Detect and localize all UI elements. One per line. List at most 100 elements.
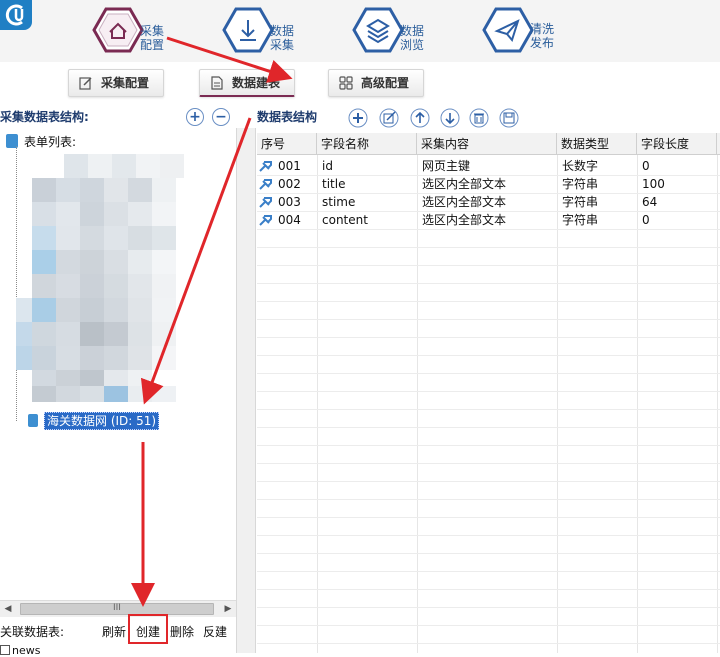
rebuild-button[interactable]: 反建 [203,623,227,640]
col-header-no[interactable]: 序号 [257,133,317,155]
scroll-left-icon[interactable]: ◀ [0,602,16,617]
field-grid: 序号 字段名称 采集内容 数据类型 字段长度 001 id 网页主键 长数字 0… [257,133,720,653]
grid-row-divider [257,589,720,590]
cell-name: title [322,177,346,191]
cell-name: id [322,159,333,173]
sub-tab-row: 采集配置 数据建表 高级配置 [0,62,720,104]
table-row[interactable]: 003 stime 选区内全部文本 字符串 64 [257,193,720,211]
scroll-right-icon[interactable]: ▶ [220,602,236,617]
main-toolbar: 采集 配置 数据 采集 数据 浏览 清洗 发布 [0,0,720,62]
data-browse-button[interactable]: 数据 浏览 [352,6,452,56]
data-browse-line1: 数据 [400,24,425,38]
table-row[interactable]: 001 id 网页主键 长数字 0 [257,157,720,175]
cell-name: stime [322,195,356,209]
grid-row-divider [257,283,720,284]
delete-field-icon[interactable] [469,108,489,128]
cell-type: 字符串 [562,195,599,209]
pin-icon [259,215,272,226]
collect-config-line2: 配置 [140,38,165,52]
cell-no: 001 [278,159,301,173]
grid-row-divider [257,373,720,374]
data-collect-button[interactable]: 数据 采集 [222,6,322,56]
create-button-highlight [128,614,168,644]
tab-data-table-label: 数据建表 [232,76,281,90]
layers-icon [352,7,404,53]
grid-row-divider [257,355,720,356]
clean-publish-line1: 清洗 [530,22,555,36]
col-header-type[interactable]: 数据类型 [557,133,637,155]
cell-content: 选区内全部文本 [422,213,507,227]
data-collect-line1: 数据 [270,24,295,38]
col-header-name[interactable]: 字段名称 [317,133,417,155]
pin-icon [259,179,272,190]
tab-advanced-config-label: 高级配置 [361,76,410,90]
delete-button[interactable]: 删除 [170,623,194,640]
document-icon [28,414,38,427]
grid-row-divider [257,517,720,518]
clean-publish-button[interactable]: 清洗 发布 [482,6,582,56]
grid-row-divider [257,247,720,248]
grid-row-divider [257,301,720,302]
field-toolbar [348,108,519,128]
cell-name: content [322,213,368,227]
collect-config-button[interactable]: 采集 配置 [92,6,192,56]
tab-collect-config[interactable]: 采集配置 [68,69,164,97]
grid-row-divider [257,427,720,428]
cell-no: 002 [278,177,301,191]
left-panel-title: 采集数据表结构: [0,110,89,124]
download-icon [222,7,274,53]
add-table-button[interactable]: + [186,108,204,126]
grid-row-divider [257,445,720,446]
tree-root-label: 表单列表: [24,135,77,149]
data-browse-line2: 浏览 [400,38,425,52]
grid-row-divider [257,211,720,212]
move-down-icon[interactable] [440,108,460,128]
cell-length: 100 [642,177,665,191]
logo-icon [5,4,24,26]
related-table-bar: 关联数据表: 刷新 创建 删除 反建 [0,618,236,642]
pin-icon [259,161,272,172]
cell-length: 0 [642,159,650,173]
collect-config-line1: 采集 [140,24,165,38]
table-row[interactable]: 002 title 选区内全部文本 字符串 100 [257,175,720,193]
panel-splitter[interactable] [236,128,256,653]
refresh-button[interactable]: 刷新 [102,623,126,640]
grid-row-divider [257,175,720,176]
tab-collect-config-label: 采集配置 [101,76,150,90]
col-header-content[interactable]: 采集内容 [417,133,557,155]
related-table-title: 关联数据表: [0,625,65,639]
tab-advanced-config[interactable]: 高级配置 [328,69,424,97]
cell-content: 选区内全部文本 [422,195,507,209]
blurred-tree-items [16,154,184,402]
cell-content: 选区内全部文本 [422,177,507,191]
remove-table-button[interactable]: − [212,108,230,126]
tab-data-table[interactable]: 数据建表 [199,69,295,97]
news-label: news [12,644,41,657]
add-field-icon[interactable] [348,108,368,128]
send-icon [482,7,534,53]
pin-icon [259,197,272,208]
grid-row-divider [257,409,720,410]
grid-row-divider [257,499,720,500]
col-header-length[interactable]: 字段长度 [637,133,717,155]
cell-content: 网页主键 [422,159,471,173]
grid-row-divider [257,625,720,626]
grid-row-divider [257,193,720,194]
edit-field-icon[interactable] [379,108,399,128]
grid-row-divider [257,571,720,572]
cell-type: 字符串 [562,177,599,191]
cell-length: 64 [642,195,658,209]
right-panel-title: 数据表结构 [257,110,318,124]
save-field-icon[interactable] [499,108,519,128]
related-table-item[interactable]: news [0,644,40,657]
grid-icon [339,76,353,90]
cell-no: 004 [278,213,301,227]
scroll-thumb[interactable]: III [20,603,214,615]
news-checkbox[interactable] [0,645,10,655]
tree-item-selected[interactable]: 海关数据网 (ID: 51) [44,412,160,430]
tree-horizontal-scrollbar[interactable]: ◀ III ▶ [0,600,236,617]
move-up-icon[interactable] [410,108,430,128]
table-row[interactable]: 004 content 选区内全部文本 字符串 0 [257,211,720,229]
grid-row-divider [257,553,720,554]
grid-row-divider [257,337,720,338]
